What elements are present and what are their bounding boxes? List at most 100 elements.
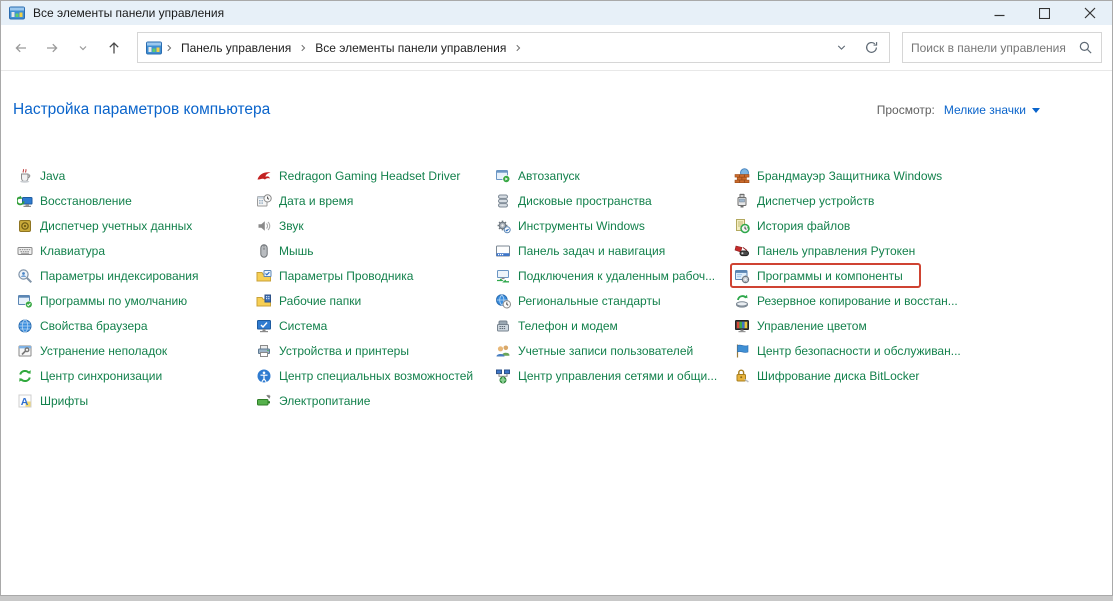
control-panel-item[interactable]: Система [252, 313, 345, 338]
forward-button[interactable] [38, 34, 65, 61]
recent-pages-dropdown[interactable] [69, 34, 96, 61]
internet-options-icon [17, 318, 33, 334]
control-panel-item[interactable]: Устранение неполадок [13, 338, 185, 363]
control-panel-item[interactable]: Панель управления Рутокен [730, 238, 933, 263]
control-panel-item[interactable]: Программы по умолчанию [13, 288, 205, 313]
sound-icon [256, 218, 272, 234]
breadcrumb-chevron-icon[interactable] [296, 43, 310, 53]
item-label: Диспетчер устройств [757, 194, 874, 208]
item-label: Рабочие папки [279, 294, 361, 308]
default-programs-icon [17, 293, 33, 309]
system-icon [256, 318, 272, 334]
item-label: Клавиатура [40, 244, 105, 258]
backup-restore-icon [734, 293, 750, 309]
control-panel-item[interactable]: Электропитание [252, 388, 388, 413]
item-label: Восстановление [40, 194, 132, 208]
item-label: Мышь [279, 244, 314, 258]
control-panel-item[interactable]: Параметры индексирования [13, 263, 216, 288]
item-label: Учетные записи пользователей [518, 344, 693, 358]
item-label: Шифрование диска BitLocker [757, 369, 919, 383]
control-panel-item[interactable]: Автозапуск [491, 163, 598, 188]
control-panel-item[interactable]: Брандмауэр Защитника Windows [730, 163, 960, 188]
control-panel-item[interactable]: Шифрование диска BitLocker [730, 363, 937, 388]
search-icon[interactable] [1078, 40, 1093, 55]
control-panel-item[interactable]: История файлов [730, 213, 868, 238]
programs-features-icon [734, 268, 750, 284]
item-label: Дата и время [279, 194, 353, 208]
up-button[interactable] [100, 34, 127, 61]
control-panel-item[interactable]: Рабочие папки [252, 288, 379, 313]
control-panel-item[interactable]: Мышь [252, 238, 332, 263]
control-panel-item[interactable]: Клавиатура [13, 238, 123, 263]
item-label: Java [40, 169, 65, 183]
desktop: Все элементы панели управления [0, 0, 1113, 601]
control-panel-icon [146, 40, 162, 56]
control-panel-item[interactable]: Параметры Проводника [252, 263, 431, 288]
items-column: Брандмауэр Защитника Windows Диспетчер ус… [730, 163, 979, 413]
work-folders-icon [256, 293, 272, 309]
address-bar[interactable]: Панель управления Все элементы панели уп… [137, 32, 890, 63]
control-panel-item[interactable]: Восстановление [13, 188, 150, 213]
devices-printers-icon [256, 343, 272, 359]
fonts-icon: A [17, 393, 33, 409]
item-label: Свойства браузера [40, 319, 148, 333]
control-panel-item[interactable]: AШрифты [13, 388, 106, 413]
view-mode-value: Мелкие значки [944, 103, 1026, 117]
control-panel-item[interactable]: Управление цветом [730, 313, 885, 338]
minimize-button[interactable] [977, 1, 1022, 25]
breadcrumb-all-items[interactable]: Все элементы панели управления [310, 41, 511, 55]
control-panel-item[interactable]: Телефон и модем [491, 313, 636, 338]
content-header: Настройка параметров компьютера Просмотр… [13, 101, 1112, 119]
security-maintenance-icon [734, 343, 750, 359]
windows-tools-icon [495, 218, 511, 234]
item-label: Звук [279, 219, 304, 233]
firewall-icon [734, 168, 750, 184]
control-panel-item[interactable]: Центр безопасности и обслуживан... [730, 338, 979, 363]
control-panel-item[interactable]: Redragon Gaming Headset Driver [252, 163, 478, 188]
control-panel-items-grid: Java Восстановление Диспетчер учетных данн… [13, 163, 1112, 413]
control-panel-item[interactable]: Региональные стандарты [491, 288, 679, 313]
control-panel-item[interactable]: Устройства и принтеры [252, 338, 427, 363]
control-panel-item[interactable]: Панель задач и навигация [491, 238, 683, 263]
item-label: Параметры индексирования [40, 269, 198, 283]
control-panel-item[interactable]: Java [13, 163, 83, 188]
control-panel-item[interactable]: Центр специальных возможностей [252, 363, 491, 388]
control-panel-item[interactable]: Резервное копирование и восстан... [730, 288, 976, 313]
breadcrumb-chevron-icon[interactable] [162, 43, 176, 53]
control-panel-item[interactable]: Центр управления сетями и общи... [491, 363, 735, 388]
item-label: Центр специальных возможностей [279, 369, 473, 383]
items-column: Redragon Gaming Headset Driver Дата и вре… [252, 163, 491, 413]
control-panel-item[interactable]: Свойства браузера [13, 313, 166, 338]
breadcrumb-control-panel[interactable]: Панель управления [176, 41, 296, 55]
control-panel-item[interactable]: Звук [252, 213, 322, 238]
control-panel-item[interactable]: Инструменты Windows [491, 213, 663, 238]
view-mode-dropdown[interactable]: Мелкие значки [944, 103, 1040, 117]
back-button[interactable] [7, 34, 34, 61]
phone-modem-icon [495, 318, 511, 334]
control-panel-item[interactable]: Подключения к удаленным рабоч... [491, 263, 733, 288]
control-panel-item[interactable]: Диспетчер устройств [730, 188, 892, 213]
control-panel-item[interactable]: Дисковые пространства [491, 188, 670, 213]
control-panel-icon [9, 5, 25, 21]
item-label: Система [279, 319, 327, 333]
refresh-icon[interactable] [864, 40, 879, 55]
close-button[interactable] [1067, 1, 1112, 25]
address-dropdown-icon[interactable] [835, 41, 848, 54]
control-panel-item[interactable]: Учетные записи пользователей [491, 338, 711, 363]
search-box[interactable] [902, 32, 1102, 63]
java-icon [17, 168, 33, 184]
breadcrumb-chevron-icon[interactable] [511, 43, 525, 53]
control-panel-item[interactable]: Центр синхронизации [13, 363, 180, 388]
sync-center-icon [17, 368, 33, 384]
control-panel-item[interactable]: Дата и время [252, 188, 371, 213]
window-title: Все элементы панели управления [33, 6, 224, 20]
search-input[interactable] [911, 41, 1078, 55]
maximize-button[interactable] [1022, 1, 1067, 25]
control-panel-item[interactable]: Программы и компоненты [730, 263, 921, 288]
chevron-down-icon [1032, 108, 1040, 113]
control-panel-item[interactable]: Диспетчер учетных данных [13, 213, 210, 238]
indexing-options-icon [17, 268, 33, 284]
file-history-icon [734, 218, 750, 234]
item-label: Устройства и принтеры [279, 344, 409, 358]
item-label: Диспетчер учетных данных [40, 219, 192, 233]
